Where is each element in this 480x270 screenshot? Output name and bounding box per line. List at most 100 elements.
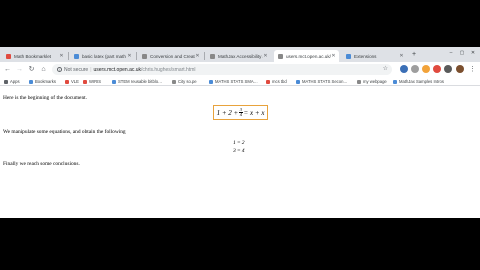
info-icon[interactable]: i: [57, 67, 62, 72]
eq1-operator: =: [237, 140, 241, 146]
bookmark-favicon: [296, 79, 300, 84]
eq2-lhs: 3: [233, 148, 236, 154]
bookmark-label: Apps: [10, 79, 20, 84]
conclusion-paragraph: Finally we reach some conclusions.: [3, 161, 80, 167]
bookmark-item[interactable]: Apps: [4, 78, 20, 85]
bookmark-favicon: [209, 79, 213, 84]
bookmark-label: MATHS STATS SMA…: [215, 79, 258, 84]
tab-separator: [204, 52, 205, 60]
bookmark-item[interactable]: mcs tbd: [266, 78, 287, 85]
bookmark-item[interactable]: City so.pe: [172, 78, 197, 85]
bookmark-item[interactable]: MATHS STATS SMA…: [209, 78, 258, 85]
bookmark-item[interactable]: MathJax Samples Intros: [393, 78, 444, 85]
tab-separator: [136, 52, 137, 60]
page-content: Here is the beginning of the document. 1…: [0, 87, 480, 218]
tab-label: users.mct.open.ac.uk/…: [286, 53, 331, 59]
eq1-lhs: 1: [233, 140, 236, 146]
new-tab-button[interactable]: +: [410, 51, 418, 59]
bookmark-item[interactable]: my webpage: [357, 78, 387, 85]
bookmark-favicon: [65, 79, 69, 84]
tab-conversion[interactable]: Conversion and Creatio… ✕: [138, 50, 203, 62]
profile-avatar[interactable]: [456, 65, 464, 73]
extension-icon[interactable]: [400, 65, 408, 73]
bookmark-label: City so.pe: [178, 79, 197, 84]
bookmark-label: MathJax Samples Intros: [399, 79, 444, 84]
star-icon[interactable]: ☆: [383, 64, 388, 75]
bookmark-item[interactable]: MATHS STATS Secon…: [296, 78, 348, 85]
bookmark-item[interactable]: VLE: [65, 78, 79, 85]
tab-extensions[interactable]: Extensions ✕: [342, 50, 407, 62]
equation-fraction: 3 4: [239, 107, 243, 118]
window-close-icon[interactable]: ✕: [468, 49, 478, 57]
eq1-rhs: 2: [241, 140, 245, 146]
tab-label: Extensions: [354, 53, 377, 59]
tab-favicon: [210, 53, 215, 59]
tab-favicon: [142, 53, 147, 59]
bookmark-item[interactable]: Bookmarks: [29, 78, 56, 85]
bookmark-label: mcs tbd: [272, 79, 287, 84]
bookmark-label: my webpage: [363, 79, 387, 84]
tab-favicon: [346, 53, 351, 59]
close-icon[interactable]: ✕: [59, 53, 64, 59]
bookmark-favicon: [172, 79, 176, 84]
tab-math-bookmarklet[interactable]: Math Bookmarklet ✕: [2, 50, 67, 62]
browser-window: Math Bookmarklet ✕ basic latex (part mat…: [0, 47, 480, 218]
star-icon: [29, 79, 33, 84]
toolbar: ← → ↻ ⌂ i Not secure | users.mct.open.ac…: [0, 62, 480, 77]
eq2-operator: =: [237, 148, 241, 154]
url-path: /chris.hughes/smart.html: [141, 66, 196, 73]
intro-paragraph: Here is the beginning of the document.: [3, 95, 87, 101]
menu-icon[interactable]: ⋮: [468, 65, 477, 74]
tab-favicon: [278, 53, 283, 59]
extension-icon[interactable]: [422, 65, 430, 73]
bookmark-favicon: [112, 79, 116, 84]
extension-icon[interactable]: [444, 65, 452, 73]
url-divider: |: [90, 66, 92, 73]
eq2-rhs: 4: [241, 148, 245, 154]
tab-label: basic latex (part math c…: [82, 53, 127, 59]
bookmark-label: WIRIS: [89, 79, 102, 84]
highlighted-equation[interactable]: 1 + 2 + 3 4 = x + x: [213, 105, 268, 120]
tab-label: Conversion and Creatio…: [150, 53, 195, 59]
tab-favicon: [6, 53, 11, 59]
extension-icon[interactable]: [411, 65, 419, 73]
tab-active-page[interactable]: users.mct.open.ac.uk/… ✕: [274, 50, 339, 62]
url-host: users.mct.open.ac.uk: [93, 66, 142, 73]
close-icon[interactable]: ✕: [127, 53, 132, 59]
maximize-icon[interactable]: ▢: [457, 49, 467, 57]
bookmark-label: VLE: [71, 79, 79, 84]
tab-mathjax-accessibility[interactable]: MathJax Accessibility &… ✕: [206, 50, 271, 62]
manipulate-paragraph: We manipulate some equations, and obtain…: [3, 129, 126, 135]
tab-strip: Math Bookmarklet ✕ basic latex (part mat…: [0, 47, 480, 62]
bookmark-label: Bookmarks: [35, 79, 56, 84]
equation-lhs: 1 + 2 +: [216, 108, 239, 117]
reload-icon[interactable]: ↻: [27, 65, 36, 74]
tab-label: MathJax Accessibility &…: [218, 53, 263, 59]
tab-label: Math Bookmarklet: [14, 53, 52, 59]
equation-line-1: 1 = 2: [233, 140, 245, 146]
fraction-denominator: 4: [239, 112, 243, 117]
bookmark-favicon: [83, 79, 87, 84]
bookmarks-bar: Apps Bookmarks VLE WIRIS STEM reusable b…: [0, 77, 480, 86]
bookmark-favicon: [357, 79, 361, 84]
security-label: Not secure: [64, 66, 89, 73]
back-icon[interactable]: ←: [3, 65, 12, 74]
tab-separator: [68, 52, 69, 60]
close-icon[interactable]: ✕: [399, 53, 404, 59]
bookmark-item[interactable]: WIRIS: [83, 78, 101, 85]
tab-basic-latex[interactable]: basic latex (part math c… ✕: [70, 50, 135, 62]
close-icon[interactable]: ✕: [263, 53, 268, 59]
tab-favicon: [74, 53, 79, 59]
close-icon[interactable]: ✕: [195, 53, 200, 59]
minimize-icon[interactable]: –: [446, 49, 456, 57]
address-bar[interactable]: i Not secure | users.mct.open.ac.uk /chr…: [52, 64, 392, 75]
apps-icon: [4, 79, 8, 84]
extension-icon[interactable]: [433, 65, 441, 73]
forward-icon[interactable]: →: [15, 65, 24, 74]
close-icon[interactable]: ✕: [331, 53, 336, 59]
equation-rhs: = x + x: [243, 108, 265, 117]
bookmark-favicon: [393, 79, 397, 84]
home-icon[interactable]: ⌂: [39, 65, 48, 74]
bookmark-item[interactable]: STEM reusable bitblo…: [112, 78, 162, 85]
bookmark-label: MATHS STATS Secon…: [302, 79, 348, 84]
